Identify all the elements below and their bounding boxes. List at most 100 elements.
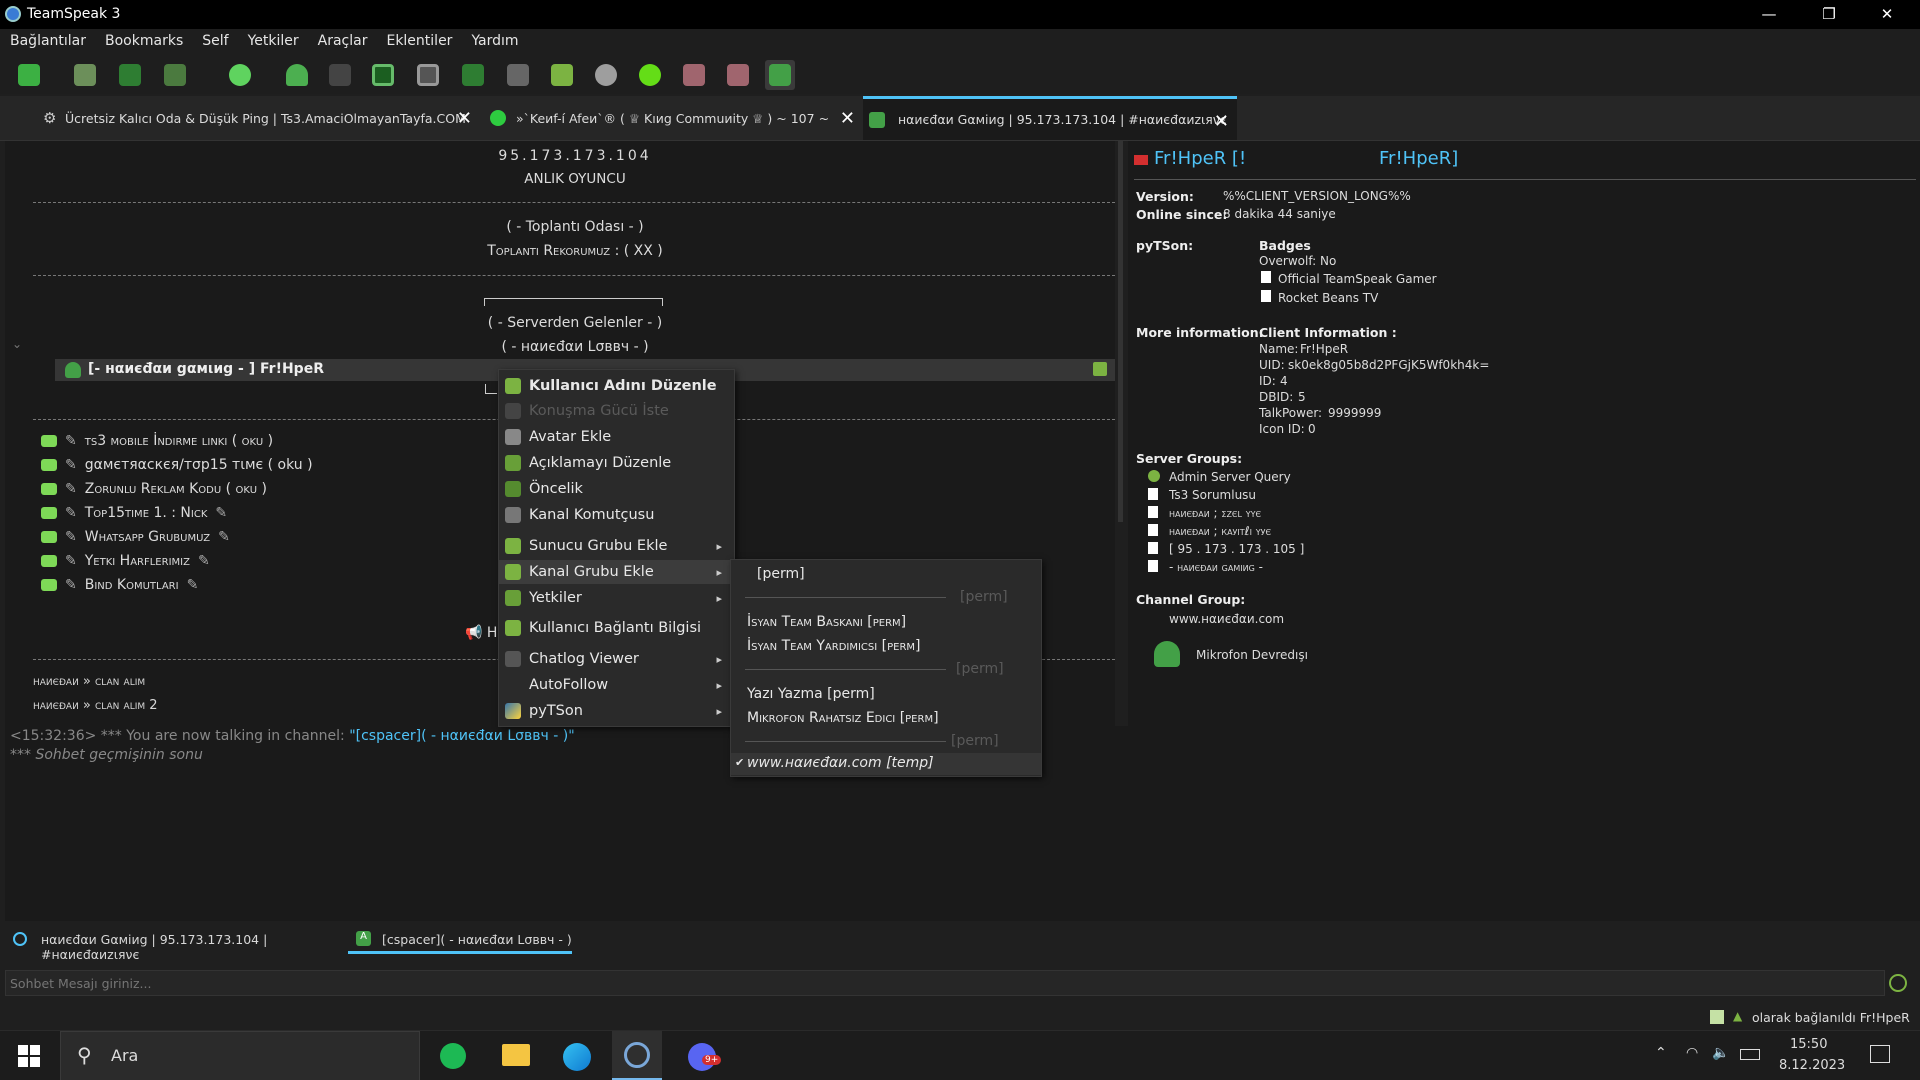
menu-yetkiler[interactable]: Yetkiler <box>238 29 308 49</box>
submenu-www-temp[interactable]: ✔ www.нαиєđαи.com [temp] <box>731 753 1041 775</box>
whisper-icon[interactable] <box>458 60 488 90</box>
description-icon <box>505 455 521 471</box>
menu-edit-nickname[interactable]: Kullanıcı Adını Düzenle <box>499 374 734 398</box>
record-icon[interactable] <box>368 60 398 90</box>
menu-edit-description[interactable]: Açıklamayı Düzenle <box>499 451 734 475</box>
permission-icon[interactable] <box>547 60 577 90</box>
chat-tabs: нαиєđαи Gαмiиg | 95.173.173.104 | #нαиєđ… <box>0 921 1920 962</box>
channel-clan-alim-2[interactable]: нαиєđαи » clan alım 2 <box>33 698 158 713</box>
connection-icon <box>1710 1010 1724 1024</box>
menu-add-server-group[interactable]: Sunucu Grubu Ekle ▸ <box>499 534 734 558</box>
group-icon <box>1148 560 1158 572</box>
checkmark-icon: ✔ <box>735 756 745 769</box>
emoji-icon[interactable] <box>1889 974 1907 992</box>
server-group-item: нαиєđαи ; σzєl υyє <box>1169 506 1262 520</box>
menu-baglantilar[interactable]: Bağlantılar <box>0 29 95 49</box>
channel-serverden[interactable]: ( - Serverden Gelenler - ) <box>5 315 1145 331</box>
channel-item[interactable]: ✎ gαмєтяαcкєя/тσp15 тιмє ( oku ) <box>41 457 313 473</box>
tree-scrollbar[interactable] <box>1118 141 1123 522</box>
anlik-spacer[interactable]: ANLIK OYUNCU <box>5 171 1145 187</box>
channel-lobby[interactable]: ( - нαиєđαи Lσввч - ) <box>5 339 1145 355</box>
menu-eklentiler[interactable]: Eklentiler <box>376 29 461 49</box>
windows-start-icon[interactable] <box>18 1045 40 1067</box>
submenu-isyan-baskan[interactable]: İsyan Team Baskanı [perm] <box>731 612 1041 634</box>
submenu-isyan-yardimci[interactable]: İsyan Team Yardımıcsı [perm] <box>731 636 1041 658</box>
avatar-icon <box>505 429 521 445</box>
talk-power-icon[interactable] <box>765 60 795 90</box>
close-window-button[interactable]: ✕ <box>1858 2 1916 28</box>
spacer-frame <box>484 298 663 306</box>
menu-yardim[interactable]: Yardım <box>461 29 527 49</box>
channel-item[interactable]: ✎ Yetki Harflerimiz ✎ <box>41 553 210 569</box>
close-tab-icon[interactable]: ✕ <box>457 108 472 129</box>
notification-center-icon[interactable] <box>1870 1045 1890 1063</box>
minimize-button[interactable]: — <box>1740 2 1798 28</box>
mute-mic-icon[interactable] <box>325 60 355 90</box>
message-input-box[interactable] <box>5 970 1885 996</box>
chat-icon[interactable] <box>225 60 255 90</box>
menu-araclar[interactable]: Araçlar <box>308 29 377 49</box>
disconnect-icon[interactable] <box>70 60 100 90</box>
menu-bookmarks[interactable]: Bookmarks <box>95 29 192 49</box>
menu-autofollow[interactable]: AutoFollow ▸ <box>499 673 734 697</box>
teamspeak-taskbar-button[interactable] <box>612 1031 662 1080</box>
channel-item[interactable]: ✎ Whatsapp Grubumuz ✎ <box>41 529 230 545</box>
settings-icon[interactable] <box>635 60 665 90</box>
chevron-up-icon[interactable]: ⌃ <box>1655 1045 1667 1061</box>
submenu-perm[interactable]: [perm] <box>731 564 1041 586</box>
submenu-mikrofon[interactable]: Mikrofon Rahatsız Edici [perm] <box>731 708 1041 730</box>
discord-icon[interactable]: 9+ <box>688 1043 722 1071</box>
menu-add-avatar[interactable]: Avatar Ekle <box>499 425 734 449</box>
menu-self[interactable]: Self <box>192 29 237 49</box>
channel-toplanti-rekor[interactable]: Toplantı Rekorumuz : ( XX ) <box>5 243 1145 259</box>
channel-clan-alim[interactable]: нαиєđαи » clan alım <box>33 674 145 689</box>
tab-server-3[interactable]: нαиєđαи Gαмiиg | 95.173.173.104 | #нαиєđ… <box>863 96 1237 140</box>
overwolf-label: Overwolf: <box>1259 254 1317 268</box>
menu-chatlog-viewer[interactable]: Chatlog Viewer ▸ <box>499 647 734 671</box>
user-icon[interactable] <box>282 60 312 90</box>
chevron-down-icon[interactable]: ⌄ <box>12 337 22 351</box>
connect-icon[interactable] <box>14 60 44 90</box>
submenu-yazi-yazma[interactable]: Yazı Yazma [perm] <box>731 684 1041 706</box>
screen-icon[interactable] <box>413 60 443 90</box>
volume-icon[interactable]: 🔈 <box>1712 1045 1729 1061</box>
close-tab-icon[interactable]: ✕ <box>1214 111 1229 132</box>
channel-group-icon[interactable] <box>679 60 709 90</box>
channel-item[interactable]: ✎ ts3 mobile İndirme linki ( oku ) <box>41 433 273 449</box>
menu-pytson[interactable]: pyTSon ▸ <box>499 699 734 723</box>
menu-permissions[interactable]: Yetkiler ▸ <box>499 586 734 610</box>
channel-toplanti-odasi[interactable]: ( - Toplantı Odası - ) <box>5 219 1145 235</box>
message-input[interactable] <box>6 971 1876 995</box>
menu-priority[interactable]: Öncelik <box>499 477 734 501</box>
bookmark-icon[interactable] <box>115 60 145 90</box>
badge-icon <box>1261 290 1271 302</box>
wifi-icon[interactable]: ◠ <box>1686 1045 1698 1061</box>
menu-channel-commander[interactable]: Kanal Komutçusu <box>499 503 734 527</box>
tab-channel-chat[interactable]: A [cspacer]( - нαиєđαи Lσввч - ) <box>348 926 572 954</box>
taskbar-search[interactable]: ⚲ Ara <box>60 1031 420 1080</box>
close-tab-icon[interactable]: ✕ <box>840 108 855 129</box>
channel-item[interactable]: ✎ Top15time 1. : Nick ✎ <box>41 505 227 521</box>
tab-server-2[interactable]: »`Keиf-í Afeи`® ( ♕ Kıиg Commuиity ♕ ) ~… <box>480 96 863 140</box>
menu-connection-info[interactable]: Kullanıcı Bağlantı Bilgisi <box>499 616 734 640</box>
tab-server-chat[interactable]: нαиєđαи Gαмiиg | 95.173.173.104 | #нαиєđ… <box>5 926 345 962</box>
menu-add-channel-group[interactable]: Kanal Grubu Ekle ▸ <box>499 560 734 584</box>
file-explorer-icon[interactable] <box>502 1044 530 1066</box>
away-icon[interactable] <box>160 60 190 90</box>
channel-item[interactable]: ✎ Zorunlu Reklam Kodu ( oku ) <box>41 481 267 497</box>
channel-hidden[interactable]: 📢 H <box>465 625 497 641</box>
add-user-icon[interactable] <box>591 60 621 90</box>
talkpower-label: TalkPower: <box>1259 406 1323 420</box>
server-group-icon[interactable] <box>723 60 753 90</box>
clock-date[interactable]: 8.12.2023 <box>1779 1058 1845 1073</box>
ban-icon[interactable] <box>503 60 533 90</box>
edge-icon[interactable] <box>563 1043 591 1071</box>
server-ip-spacer[interactable]: 95.173.173.104 <box>5 148 1145 164</box>
channel-link[interactable]: "[cspacer]( - нαиєđαи Lσввч - )" <box>349 728 574 744</box>
clock-time[interactable]: 15:50 <box>1790 1037 1827 1052</box>
battery-icon[interactable] <box>1740 1049 1760 1060</box>
tab-server-1[interactable]: ⚙ Ücretsiz Kalıcı Oda & Düşük Ping | Ts3… <box>5 96 480 140</box>
maximize-button[interactable]: ❐ <box>1800 2 1858 28</box>
spotify-icon[interactable] <box>440 1043 466 1069</box>
channel-item[interactable]: ✎ Bind Komutları ✎ <box>41 577 198 593</box>
